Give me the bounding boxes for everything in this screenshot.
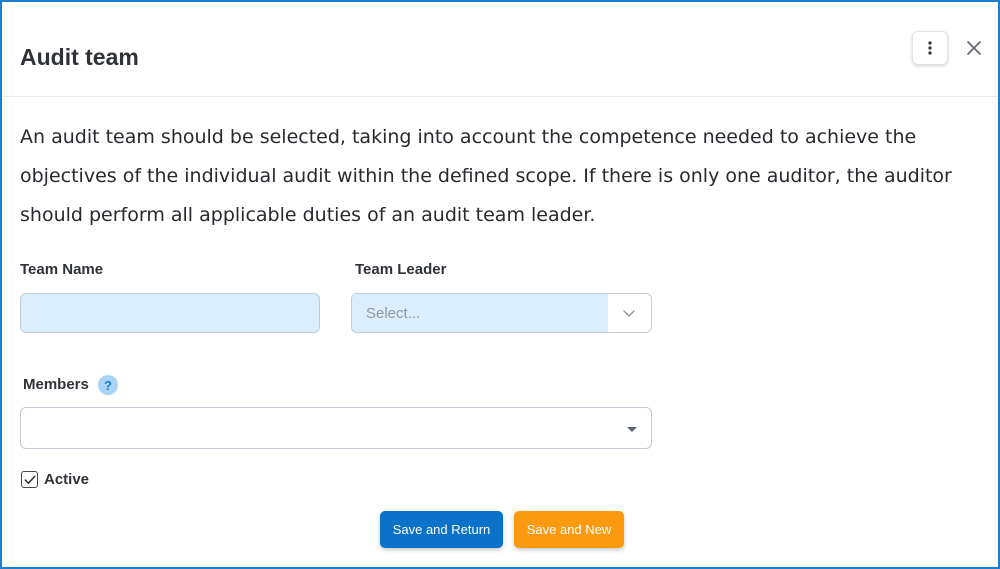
team-name-input[interactable] bbox=[20, 293, 320, 333]
team-leader-placeholder: Select... bbox=[366, 305, 421, 322]
dialog-description: An audit team should be selected, taking… bbox=[20, 126, 952, 226]
members-dropdown[interactable] bbox=[20, 407, 652, 449]
team-leader-label: Team Leader bbox=[355, 261, 447, 278]
caret-down-icon bbox=[627, 427, 637, 432]
more-options-button[interactable] bbox=[912, 31, 948, 65]
checkmark-icon bbox=[23, 475, 36, 484]
audit-team-dialog: Audit team An audit team should be selec… bbox=[0, 0, 1000, 569]
active-checkbox[interactable] bbox=[21, 471, 38, 488]
chevron-down-icon bbox=[623, 310, 635, 317]
save-and-new-button[interactable]: Save and New bbox=[514, 511, 624, 548]
team-leader-select[interactable]: Select... bbox=[351, 293, 652, 333]
close-icon bbox=[967, 41, 981, 55]
dialog-title: Audit team bbox=[20, 44, 139, 70]
team-name-label: Team Name bbox=[20, 261, 104, 278]
members-label: Members bbox=[23, 376, 89, 393]
close-button[interactable] bbox=[960, 34, 988, 62]
save-and-return-button[interactable]: Save and Return bbox=[380, 511, 503, 548]
kebab-vertical-icon bbox=[928, 41, 932, 55]
active-label: Active bbox=[44, 471, 90, 488]
help-icon[interactable]: ? bbox=[98, 375, 118, 395]
dialog-header: Audit team bbox=[2, 2, 998, 97]
